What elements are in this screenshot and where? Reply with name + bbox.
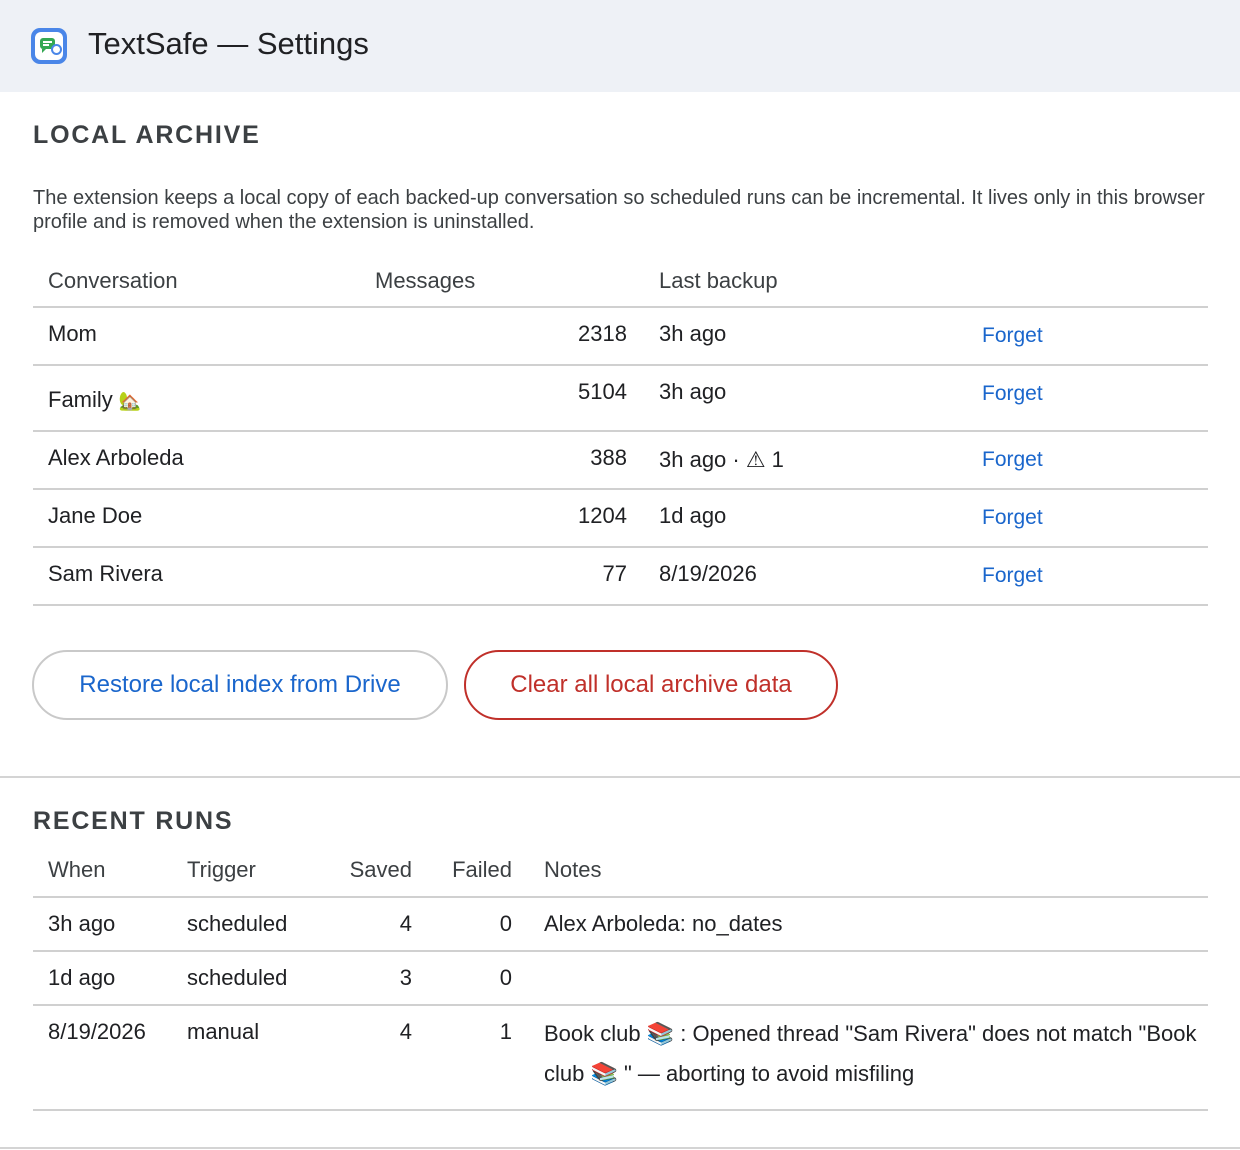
run-when: 8/19/2026	[48, 1019, 146, 1044]
run-failed: 0	[499, 911, 512, 936]
table-row: Sam Rivera 77 8/19/2026 Forget	[33, 547, 1208, 606]
run-saved: 3	[399, 965, 412, 990]
section-divider	[0, 776, 1240, 778]
message-count: 2318	[578, 321, 627, 346]
page-title: TextSafe — Settings	[88, 26, 369, 61]
local-archive-heading: LOCAL ARCHIVE	[33, 121, 261, 149]
run-failed: 1	[499, 1019, 512, 1044]
restore-local-index-button[interactable]: Restore local index from Drive	[32, 650, 448, 720]
column-header-notes: Notes	[512, 844, 1208, 898]
forget-link[interactable]: Forget	[982, 564, 1043, 588]
run-when: 1d ago	[48, 965, 116, 990]
table-row: Alex Arboleda 388 3h ago · ⚠ 1 Forget	[33, 431, 1208, 490]
last-backup: 8/19/2026	[659, 561, 757, 586]
table-row: Family 🏡 5104 3h ago Forget	[33, 365, 1208, 432]
table-row: 3h ago scheduled 4 0 Alex Arboleda: no_d…	[33, 897, 1208, 952]
column-header-last-backup: Last backup	[643, 256, 982, 308]
run-notes: Book club 📚 : Opened thread "Sam Rivera"…	[544, 1021, 1197, 1086]
local-archive-table: Conversation Messages Last backup Mom 23…	[33, 256, 1208, 606]
run-when: 3h ago	[48, 911, 116, 936]
conversation-name: Sam Rivera	[48, 561, 163, 586]
forget-link[interactable]: Forget	[982, 382, 1043, 406]
message-count: 388	[590, 445, 627, 470]
conversation-name: Jane Doe	[48, 503, 143, 528]
column-header-trigger: Trigger	[172, 844, 312, 898]
table-row: Mom 2318 3h ago Forget	[33, 307, 1208, 366]
local-archive-description: The extension keeps a local copy of each…	[33, 187, 1205, 233]
clear-local-archive-button[interactable]: Clear all local archive data	[464, 650, 838, 720]
run-trigger: scheduled	[187, 911, 288, 936]
run-trigger: scheduled	[187, 965, 288, 990]
forget-link[interactable]: Forget	[982, 448, 1043, 472]
column-header-actions	[982, 256, 1208, 308]
table-row: 8/19/2026 manual 4 1 Book club 📚 : Opene…	[33, 1005, 1208, 1111]
column-header-when: When	[33, 844, 172, 898]
recent-runs-heading: RECENT RUNS	[33, 807, 234, 835]
run-saved: 4	[399, 1019, 412, 1044]
column-header-messages: Messages	[375, 256, 643, 308]
forget-link[interactable]: Forget	[982, 506, 1043, 530]
conversation-name: Family	[48, 387, 113, 412]
last-backup: 3h ago	[659, 321, 727, 346]
run-notes: Alex Arboleda: no_dates	[544, 911, 783, 936]
column-header-saved: Saved	[312, 844, 412, 898]
message-count: 1204	[578, 503, 627, 528]
table-row: 1d ago scheduled 3 0	[33, 951, 1208, 1006]
table-header-row: When Trigger Saved Failed Notes	[33, 844, 1208, 898]
section-divider	[0, 1147, 1240, 1149]
message-count: 77	[602, 561, 627, 586]
house-emoji-icon: 🏡	[118, 391, 142, 412]
forget-link[interactable]: Forget	[982, 324, 1043, 348]
last-backup: 3h ago ·	[659, 447, 746, 472]
table-header-row: Conversation Messages Last backup	[33, 256, 1208, 308]
recent-runs-table: When Trigger Saved Failed Notes 3h ago s…	[33, 844, 1208, 1111]
last-backup: 1d ago	[659, 503, 727, 528]
message-count: 5104	[578, 379, 627, 404]
last-backup: 3h ago	[659, 379, 727, 404]
table-row: Jane Doe 1204 1d ago Forget	[33, 489, 1208, 548]
run-failed: 0	[499, 965, 512, 990]
run-saved: 4	[399, 911, 412, 936]
column-header-failed: Failed	[412, 844, 512, 898]
textsafe-logo-icon	[31, 28, 67, 64]
column-header-conversation: Conversation	[33, 256, 375, 308]
app-header: TextSafe — Settings	[0, 0, 1240, 92]
conversation-name: Mom	[48, 321, 97, 346]
run-trigger: manual	[187, 1019, 260, 1044]
conversation-name: Alex Arboleda	[48, 445, 184, 470]
warning-icon: ⚠ 1	[745, 447, 784, 472]
